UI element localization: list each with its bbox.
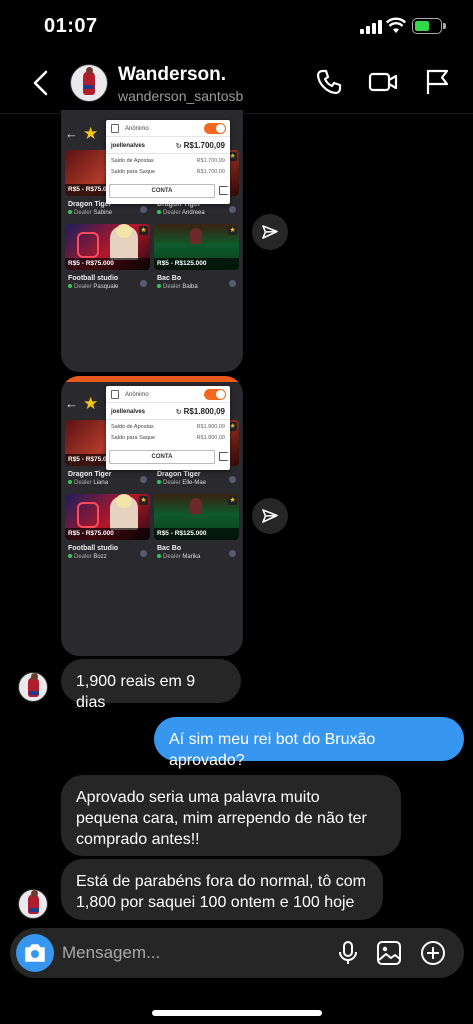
shared-screenshot-2[interactable]: ← ★ R$5 - R$75.000 ★ Dragon Tiger Dealer…	[61, 376, 243, 656]
message-bubble-incoming[interactable]: Aprovado seria uma palavra muito pequena…	[61, 775, 401, 856]
account-button: CONTA	[109, 450, 215, 464]
info-icon	[140, 206, 147, 213]
phone-icon[interactable]	[314, 67, 344, 97]
sender-avatar[interactable]	[18, 889, 48, 919]
anonymous-toggle	[204, 389, 226, 400]
video-camera-icon[interactable]	[368, 67, 398, 97]
game-dealer: Dealer Marika	[157, 554, 200, 560]
game-dealer: Dealer Pasquale	[68, 284, 118, 290]
message-bubble-incoming[interactable]: Está de parabéns fora do normal, tô com …	[61, 859, 383, 920]
logout-icon	[219, 452, 228, 461]
home-indicator	[152, 1010, 322, 1016]
logout-icon	[219, 186, 228, 195]
wifi-icon	[386, 17, 406, 33]
account-popup: Anônimo joellenalves R$1.800,09 Saldo de…	[106, 386, 230, 470]
info-icon	[229, 280, 236, 287]
camera-button[interactable]	[16, 934, 54, 972]
send-icon	[262, 225, 278, 239]
back-arrow-icon[interactable]	[30, 68, 52, 98]
chat-header: Wanderson. wanderson_santosb	[0, 52, 473, 114]
game-tile: ★ R$5 - R$75.000	[65, 224, 150, 270]
contact-username[interactable]: wanderson_santosb	[118, 88, 243, 104]
cellular-signal-icon	[360, 20, 382, 34]
game-tile: ★ R$5 - R$75.000	[65, 494, 150, 540]
anonymous-toggle	[204, 123, 226, 134]
status-time: 01:07	[44, 15, 98, 37]
add-icon[interactable]	[420, 940, 446, 966]
microphone-icon[interactable]	[335, 940, 361, 966]
message-composer	[10, 928, 464, 978]
game-title: Dragon Tiger	[68, 471, 112, 478]
anonymous-label: Anônimo	[111, 124, 149, 133]
status-bar: 01:07	[0, 0, 473, 52]
star-icon: ★	[83, 124, 99, 143]
account-balance: R$1.700,09	[176, 141, 225, 150]
account-popup: Anônimo joellenalves R$1.700,09 Saldo de…	[106, 120, 230, 204]
contact-name[interactable]: Wanderson.	[118, 64, 226, 86]
game-dealer: Dealer Baiba	[157, 284, 198, 290]
share-button[interactable]	[252, 214, 288, 250]
account-user: joellenalves	[111, 143, 146, 149]
game-dealer: Dealer Sabine	[68, 210, 112, 216]
battery-icon	[412, 18, 446, 34]
info-icon	[229, 550, 236, 557]
game-title: Bac Bo	[157, 545, 182, 552]
game-dealer: Dealer Bozz	[68, 554, 107, 560]
game-dealer: Dealer Andreea	[157, 210, 205, 216]
flag-icon[interactable]	[422, 67, 452, 97]
account-balance: R$1.800,09	[176, 407, 225, 416]
info-icon	[140, 550, 147, 557]
game-tile: ★ R$5 - R$125.000	[154, 494, 239, 540]
camera-icon	[25, 944, 45, 962]
info-icon	[229, 476, 236, 483]
share-button[interactable]	[252, 498, 288, 534]
star-icon: ★	[83, 394, 99, 413]
game-tile: ★ R$5 - R$125.000	[154, 224, 239, 270]
message-input[interactable]	[62, 928, 332, 978]
game-title: Football studio	[68, 275, 119, 282]
message-bubble-outgoing[interactable]: Aí sim meu rei bot do Bruxão aprovado?	[154, 717, 464, 769]
profile-avatar[interactable]	[70, 64, 108, 102]
shared-screenshot-1[interactable]: ← ★ R$5 - R$75.000 ★ Dragon Tiger Dealer…	[61, 110, 243, 372]
game-title: Bac Bo	[157, 275, 182, 282]
info-icon	[229, 206, 236, 213]
info-icon	[140, 280, 147, 287]
gallery-icon[interactable]	[376, 940, 402, 966]
send-icon	[262, 509, 278, 523]
account-button: CONTA	[109, 184, 215, 198]
anonymous-label: Anônimo	[111, 390, 149, 399]
game-dealer: Dealer Liana	[68, 480, 108, 486]
message-bubble-incoming[interactable]: 1,900 reais em 9 dias	[61, 659, 241, 711]
game-title: Dragon Tiger	[157, 471, 201, 478]
info-icon	[140, 476, 147, 483]
game-dealer: Dealer Elle-Mae	[157, 480, 206, 486]
game-title: Football studio	[68, 545, 119, 552]
game-title: Dragon Tiger	[68, 201, 112, 208]
sender-avatar[interactable]	[18, 672, 48, 702]
account-user: joellenalves	[111, 409, 146, 415]
